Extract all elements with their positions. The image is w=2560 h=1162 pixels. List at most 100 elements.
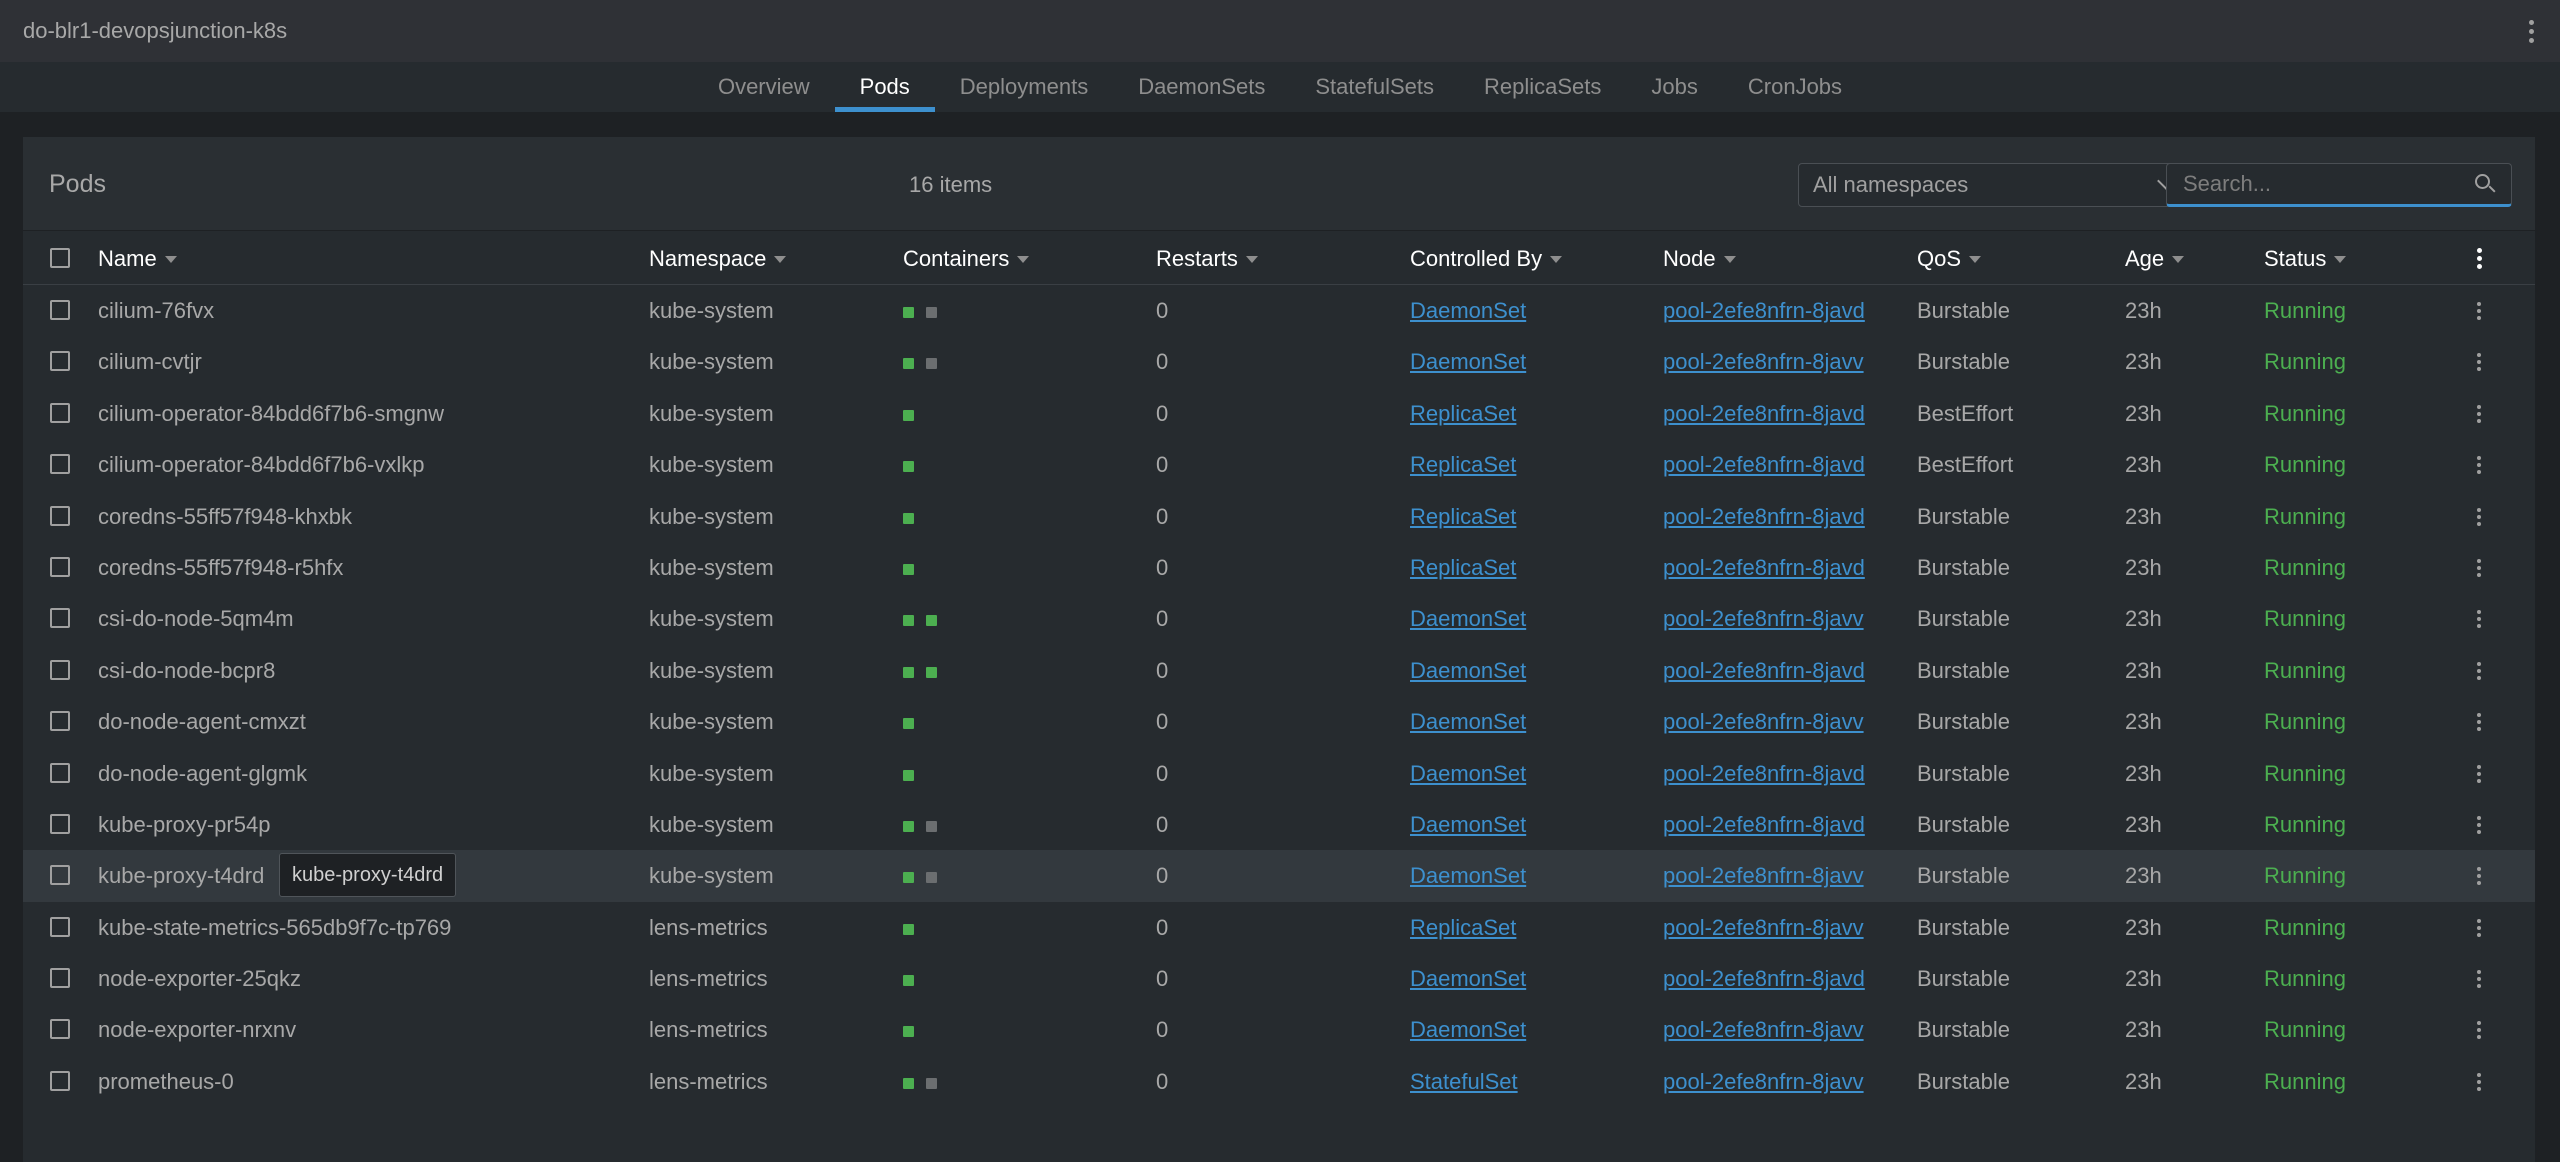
row-checkbox[interactable]	[50, 813, 70, 834]
column-controlled-by[interactable]: Controlled By	[1410, 246, 1563, 272]
row-checkbox[interactable]	[50, 1019, 70, 1040]
container-status-icon[interactable]	[903, 307, 914, 318]
row-checkbox[interactable]	[50, 300, 70, 320]
controlled-by-link[interactable]: ReplicaSet	[1410, 555, 1516, 581]
node-link[interactable]: pool-2efe8nfrn-8javd	[1663, 298, 1865, 324]
controlled-by-link[interactable]: DaemonSet	[1410, 709, 1526, 735]
row-menu-icon[interactable]	[2469, 297, 2489, 325]
container-status-icon[interactable]	[926, 615, 937, 627]
node-link[interactable]: pool-2efe8nfrn-8javd	[1663, 658, 1865, 684]
tab-daemonsets[interactable]: DaemonSets	[1113, 62, 1290, 112]
column-namespace[interactable]: Namespace	[649, 246, 787, 272]
container-status-icon[interactable]	[903, 975, 914, 987]
container-status-icon[interactable]	[903, 820, 914, 832]
node-link[interactable]: pool-2efe8nfrn-8javv	[1663, 1017, 1864, 1043]
tab-cronjobs[interactable]: CronJobs	[1723, 62, 1867, 112]
column-menu-icon[interactable]	[2469, 244, 2489, 272]
row-menu-icon[interactable]	[2469, 451, 2489, 479]
more-vertical-icon[interactable]	[2516, 16, 2546, 46]
column-age[interactable]: Age	[2125, 246, 2185, 272]
table-row[interactable]: csi-do-node-bcpr8 kube-system 0 DaemonSet po…	[23, 645, 2535, 696]
tab-jobs[interactable]: Jobs	[1626, 62, 1722, 112]
row-checkbox[interactable]	[50, 865, 70, 886]
row-checkbox[interactable]	[50, 556, 70, 577]
table-row[interactable]: prometheus-0 lens-metrics 0 StatefulSet pool…	[23, 1056, 2535, 1107]
controlled-by-link[interactable]: DaemonSet	[1410, 863, 1526, 889]
table-row[interactable]: do-node-agent-glgmk kube-system 0 DaemonSet…	[23, 748, 2535, 799]
row-menu-icon[interactable]	[2469, 1068, 2489, 1096]
table-row[interactable]: cilium-operator-84bdd6f7b6-smgnw kube-sys…	[23, 388, 2535, 439]
row-checkbox[interactable]	[50, 1070, 70, 1091]
tab-replicasets[interactable]: ReplicaSets	[1459, 62, 1626, 112]
row-checkbox[interactable]	[50, 916, 70, 937]
controlled-by-link[interactable]: DaemonSet	[1410, 761, 1526, 787]
table-row[interactable]: kube-proxy-t4drd kube-system 0 DaemonSet poo…	[23, 850, 2535, 902]
row-menu-icon[interactable]	[2469, 503, 2489, 531]
row-menu-icon[interactable]	[2469, 400, 2489, 428]
row-menu-icon[interactable]	[2469, 965, 2489, 993]
column-node[interactable]: Node	[1663, 246, 1736, 272]
container-status-icon[interactable]	[926, 358, 937, 370]
row-menu-icon[interactable]	[2469, 605, 2489, 633]
container-status-icon[interactable]	[903, 769, 914, 781]
node-link[interactable]: pool-2efe8nfrn-8javd	[1663, 504, 1865, 530]
column-name[interactable]: Name	[98, 246, 177, 272]
tab-pods[interactable]: Pods	[834, 62, 935, 112]
row-menu-icon[interactable]	[2469, 348, 2489, 376]
container-status-icon[interactable]	[903, 666, 914, 678]
row-checkbox[interactable]	[50, 762, 70, 783]
table-row[interactable]: do-node-agent-cmxzt kube-system 0 DaemonSet…	[23, 696, 2535, 747]
row-menu-icon[interactable]	[2469, 760, 2489, 788]
row-checkbox[interactable]	[50, 608, 70, 629]
container-status-icon[interactable]	[903, 615, 914, 627]
row-checkbox[interactable]	[50, 968, 70, 989]
controlled-by-link[interactable]: DaemonSet	[1410, 658, 1526, 684]
tab-statefulsets[interactable]: StatefulSets	[1290, 62, 1459, 112]
table-row[interactable]: node-exporter-25qkz lens-metrics 0 DaemonSe…	[23, 953, 2535, 1004]
row-menu-icon[interactable]	[2469, 914, 2489, 942]
row-menu-icon[interactable]	[2469, 1016, 2489, 1044]
container-status-icon[interactable]	[903, 512, 914, 524]
column-qos[interactable]: QoS	[1917, 246, 1982, 272]
container-status-icon[interactable]	[926, 307, 937, 318]
node-link[interactable]: pool-2efe8nfrn-8javd	[1663, 401, 1865, 427]
select-all-checkbox[interactable]	[50, 248, 70, 268]
container-status-icon[interactable]	[903, 872, 914, 884]
row-menu-icon[interactable]	[2469, 811, 2489, 839]
row-checkbox[interactable]	[50, 659, 70, 680]
container-status-icon[interactable]	[903, 923, 914, 935]
node-link[interactable]: pool-2efe8nfrn-8javv	[1663, 349, 1864, 375]
search-input[interactable]	[2167, 171, 2457, 197]
container-status-icon[interactable]	[903, 461, 914, 473]
controlled-by-link[interactable]: DaemonSet	[1410, 298, 1526, 324]
row-menu-icon[interactable]	[2469, 862, 2489, 890]
container-status-icon[interactable]	[926, 872, 937, 884]
table-row[interactable]: cilium-operator-84bdd6f7b6-vxlkp kube-sys…	[23, 439, 2535, 490]
container-status-icon[interactable]	[903, 409, 914, 421]
container-status-icon[interactable]	[903, 358, 914, 370]
row-menu-icon[interactable]	[2469, 554, 2489, 582]
row-checkbox[interactable]	[50, 505, 70, 526]
table-row[interactable]: kube-state-metrics-565db9f7c-tp769 lens-m…	[23, 902, 2535, 953]
node-link[interactable]: pool-2efe8nfrn-8javv	[1663, 915, 1864, 941]
row-checkbox[interactable]	[50, 454, 70, 475]
container-status-icon[interactable]	[903, 1077, 914, 1089]
row-menu-icon[interactable]	[2469, 708, 2489, 736]
column-restarts[interactable]: Restarts	[1156, 246, 1258, 272]
tab-deployments[interactable]: Deployments	[935, 62, 1113, 112]
controlled-by-link[interactable]: ReplicaSet	[1410, 915, 1516, 941]
row-checkbox[interactable]	[50, 402, 70, 423]
container-status-icon[interactable]	[903, 718, 914, 730]
controlled-by-link[interactable]: ReplicaSet	[1410, 401, 1516, 427]
controlled-by-link[interactable]: DaemonSet	[1410, 349, 1526, 375]
controlled-by-link[interactable]: DaemonSet	[1410, 606, 1526, 632]
namespace-select[interactable]: All namespaces	[1798, 163, 2189, 207]
container-status-icon[interactable]	[903, 1026, 914, 1038]
table-row[interactable]: kube-proxy-pr54p kube-system 0 DaemonSet poo…	[23, 799, 2535, 850]
controlled-by-link[interactable]: DaemonSet	[1410, 1017, 1526, 1043]
controlled-by-link[interactable]: StatefulSet	[1410, 1069, 1518, 1095]
table-row[interactable]: coredns-55ff57f948-khxbk kube-system 0 Repl…	[23, 491, 2535, 542]
container-status-icon[interactable]	[926, 666, 937, 678]
table-row[interactable]: node-exporter-nrxnv lens-metrics 0 DaemonSe…	[23, 1004, 2535, 1055]
row-menu-icon[interactable]	[2469, 657, 2489, 685]
